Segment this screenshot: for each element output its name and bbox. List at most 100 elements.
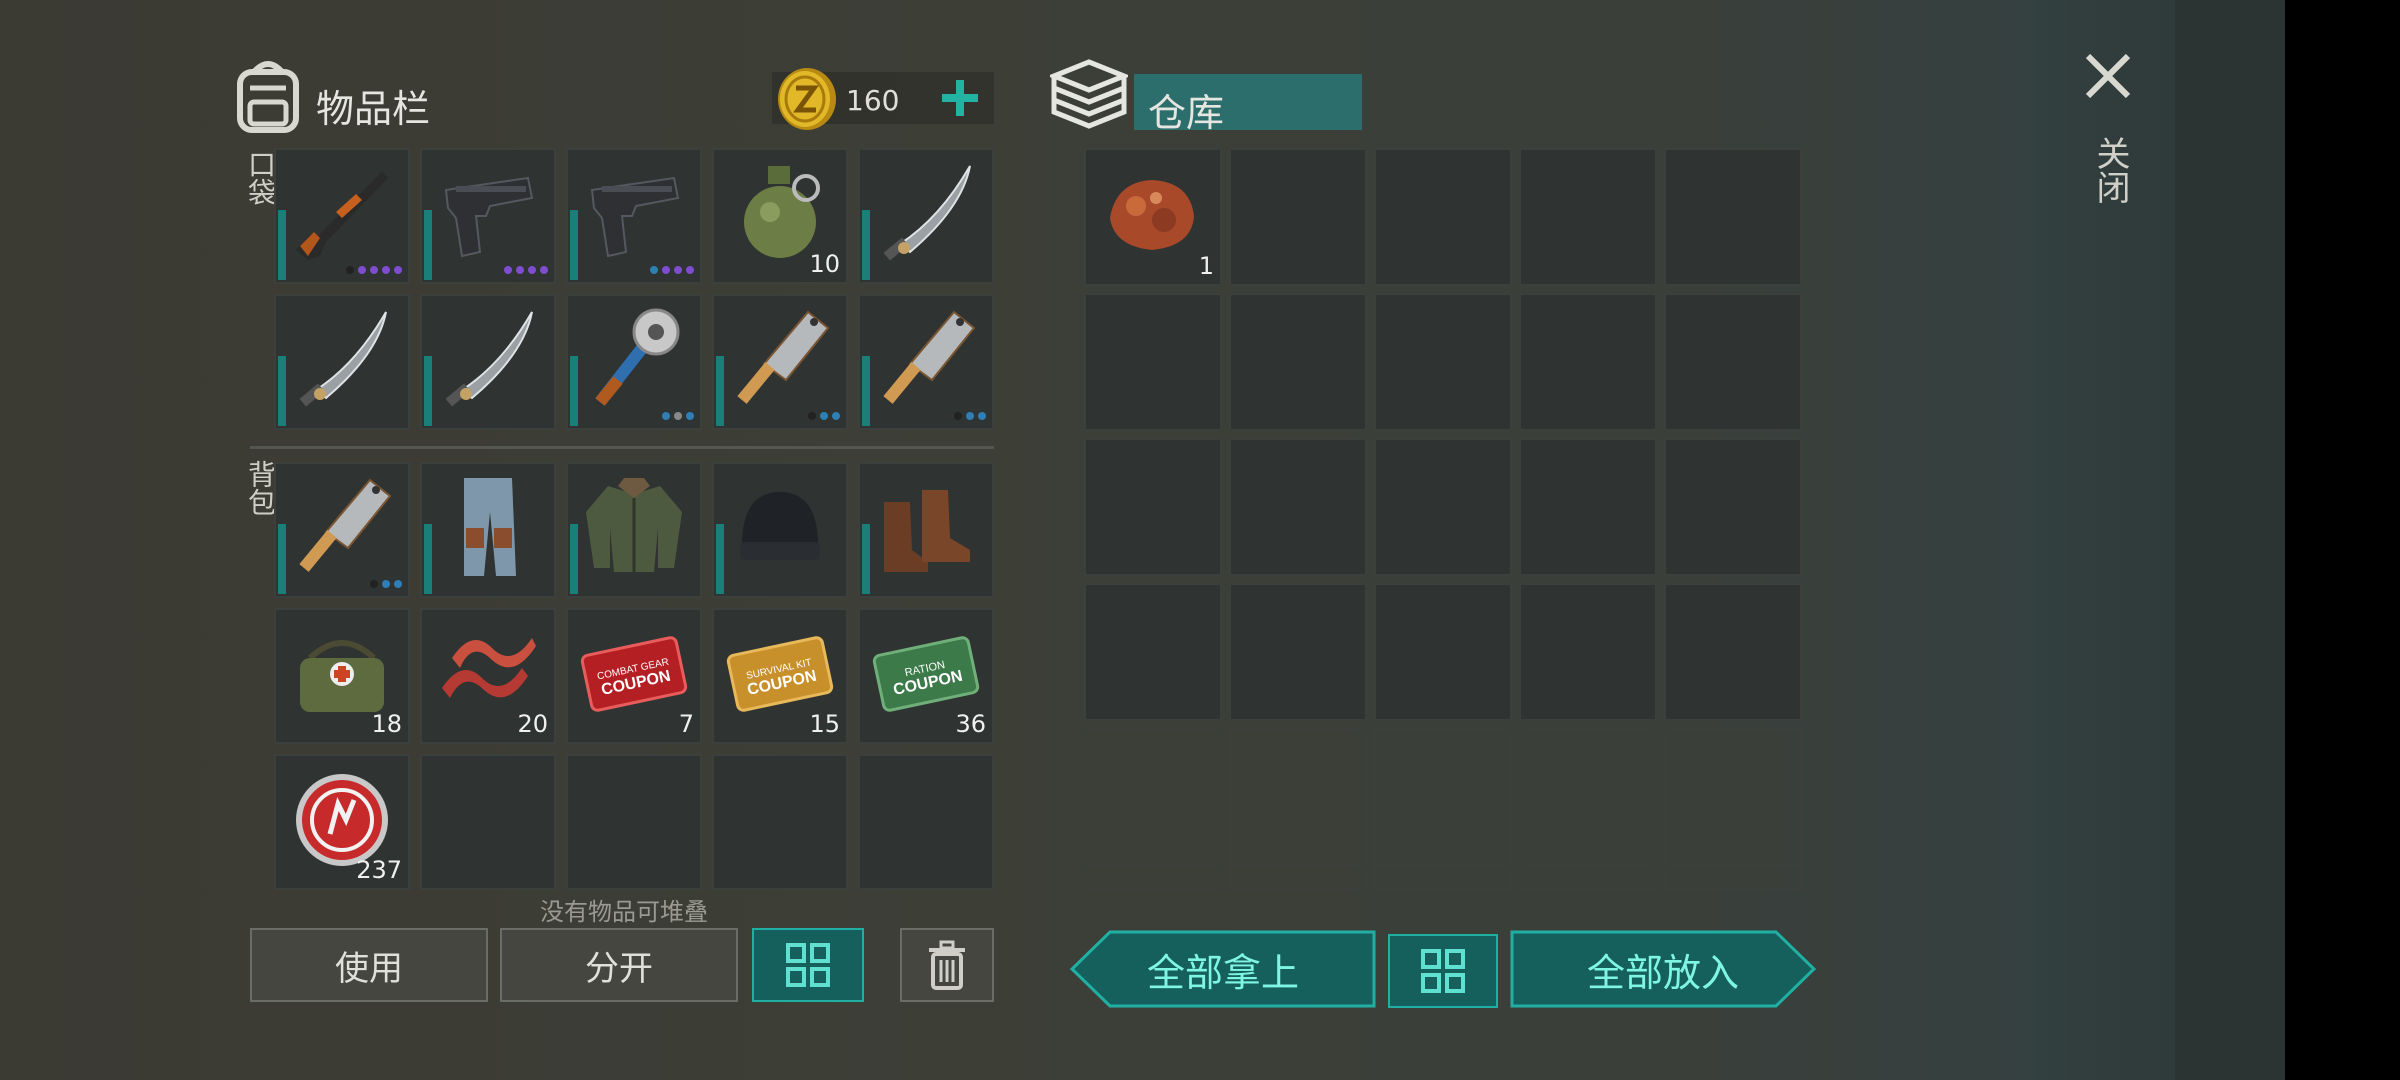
warehouse-slot[interactable] xyxy=(1084,864,1222,890)
inventory-slot[interactable] xyxy=(274,462,410,598)
upgrade-dot xyxy=(346,266,354,274)
item-quantity: 18 xyxy=(371,710,402,738)
inventory-slot[interactable] xyxy=(858,148,994,284)
warehouse-slot[interactable] xyxy=(1519,864,1657,890)
put-all-button[interactable]: 全部放入 xyxy=(1510,930,1816,1008)
upgrade-dot xyxy=(832,412,840,420)
warehouse-slot[interactable] xyxy=(1084,583,1222,721)
inventory-slot[interactable] xyxy=(858,462,994,598)
inventory-slot[interactable] xyxy=(274,148,410,284)
right-dark-strip xyxy=(2175,0,2285,1080)
inventory-slot[interactable] xyxy=(274,294,410,430)
warehouse-slot[interactable] xyxy=(1519,293,1657,431)
upgrade-dot xyxy=(504,266,512,274)
warehouse-slot[interactable] xyxy=(1374,728,1512,866)
inventory-sort-button[interactable] xyxy=(752,928,864,1002)
inventory-slot[interactable] xyxy=(420,294,556,430)
upgrade-dot xyxy=(674,266,682,274)
grid-sort-icon xyxy=(1421,949,1465,993)
warehouse-slot[interactable] xyxy=(1374,293,1512,431)
inventory-slot[interactable]: 20 xyxy=(420,608,556,744)
warehouse-sort-button[interactable] xyxy=(1388,934,1498,1008)
warehouse-slot[interactable] xyxy=(1374,148,1512,286)
close-button[interactable] xyxy=(2082,50,2134,102)
warehouse-slot[interactable] xyxy=(1374,438,1512,576)
inventory-slot[interactable] xyxy=(420,754,556,890)
beanie-icon xyxy=(724,472,836,584)
warehouse-slot[interactable] xyxy=(1084,438,1222,576)
warehouse-slot[interactable] xyxy=(1084,293,1222,431)
jacket-icon xyxy=(578,472,690,584)
warehouse-slot[interactable] xyxy=(1664,583,1802,721)
durability-bar xyxy=(278,210,286,280)
warehouse-slot[interactable] xyxy=(1229,728,1367,866)
add-coins-button[interactable] xyxy=(936,74,984,122)
warehouse-slot[interactable] xyxy=(1374,864,1512,890)
durability-bar xyxy=(862,356,870,426)
durability-bar xyxy=(716,524,724,594)
warehouse-slot[interactable] xyxy=(1664,148,1802,286)
pants-icon xyxy=(432,472,544,584)
close-label[interactable]: 关闭 xyxy=(2086,136,2135,204)
warehouse-slot[interactable] xyxy=(1519,728,1657,866)
upgrade-dot xyxy=(528,266,536,274)
durability-bar xyxy=(862,210,870,280)
inventory-slot[interactable]: COMBAT GEAR COUPON 7 xyxy=(566,608,702,744)
shotgun-icon xyxy=(286,158,398,270)
combat-gear-coupon-icon: COMBAT GEAR COUPON xyxy=(578,618,690,730)
upgrade-dot xyxy=(382,266,390,274)
inventory-slot[interactable] xyxy=(858,754,994,890)
upgrade-dot xyxy=(370,266,378,274)
warehouse-slot[interactable] xyxy=(1664,438,1802,576)
warehouse-slot[interactable] xyxy=(1374,583,1512,721)
warehouse-slot[interactable] xyxy=(1229,864,1367,890)
durability-bar xyxy=(424,210,432,280)
upgrade-dots xyxy=(808,412,840,420)
inventory-slot[interactable] xyxy=(566,462,702,598)
warehouse-slot[interactable] xyxy=(1229,148,1367,286)
inventory-slot[interactable]: RATION COUPON 36 xyxy=(858,608,994,744)
warehouse-slot[interactable] xyxy=(1664,864,1802,890)
warehouse-slot[interactable] xyxy=(1519,148,1657,286)
upgrade-dot xyxy=(358,266,366,274)
upgrade-dot xyxy=(650,266,658,274)
inventory-slot[interactable]: 18 xyxy=(274,608,410,744)
use-button[interactable]: 使用 xyxy=(250,928,488,1002)
upgrade-dot xyxy=(674,412,682,420)
inventory-slot[interactable] xyxy=(712,294,848,430)
take-all-button[interactable]: 全部拿上 xyxy=(1070,930,1376,1008)
split-button[interactable]: 分开 xyxy=(500,928,738,1002)
machete-icon xyxy=(286,304,398,416)
inventory-slot[interactable] xyxy=(420,462,556,598)
inventory-slot[interactable] xyxy=(566,294,702,430)
inventory-slot[interactable] xyxy=(858,294,994,430)
item-quantity: 1 xyxy=(1198,252,1214,280)
inventory-slot[interactable] xyxy=(420,148,556,284)
warehouse-slot[interactable] xyxy=(1229,293,1367,431)
cleaver-icon xyxy=(286,472,398,584)
inventory-slot[interactable]: 237 xyxy=(274,754,410,890)
warehouse-slot[interactable]: 1 xyxy=(1084,148,1222,286)
durability-bar xyxy=(570,524,578,594)
upgrade-dot xyxy=(686,412,694,420)
warehouse-slot[interactable] xyxy=(1664,728,1802,866)
inventory-slot[interactable] xyxy=(566,148,702,284)
durability-bar xyxy=(570,210,578,280)
warehouse-slot[interactable] xyxy=(1229,438,1367,576)
warehouse-title: 仓库 xyxy=(1148,91,1225,135)
warehouse-slot[interactable] xyxy=(1519,583,1657,721)
trash-button[interactable] xyxy=(900,928,994,1002)
inventory-slot[interactable]: 10 xyxy=(712,148,848,284)
warehouse-slot[interactable] xyxy=(1664,293,1802,431)
backpack-icon xyxy=(232,58,304,134)
warehouse-slot[interactable] xyxy=(1519,438,1657,576)
warehouse-slot[interactable] xyxy=(1229,583,1367,721)
inventory-slot[interactable] xyxy=(712,754,848,890)
warehouse-slot[interactable] xyxy=(1084,728,1222,866)
inventory-slot[interactable] xyxy=(566,754,702,890)
inventory-slot[interactable]: SURVIVAL KIT COUPON 15 xyxy=(712,608,848,744)
durability-bar xyxy=(862,524,870,594)
upgrade-dot xyxy=(370,580,378,588)
inventory-slot[interactable] xyxy=(712,462,848,598)
put-all-label: 全部放入 xyxy=(1586,950,1739,995)
